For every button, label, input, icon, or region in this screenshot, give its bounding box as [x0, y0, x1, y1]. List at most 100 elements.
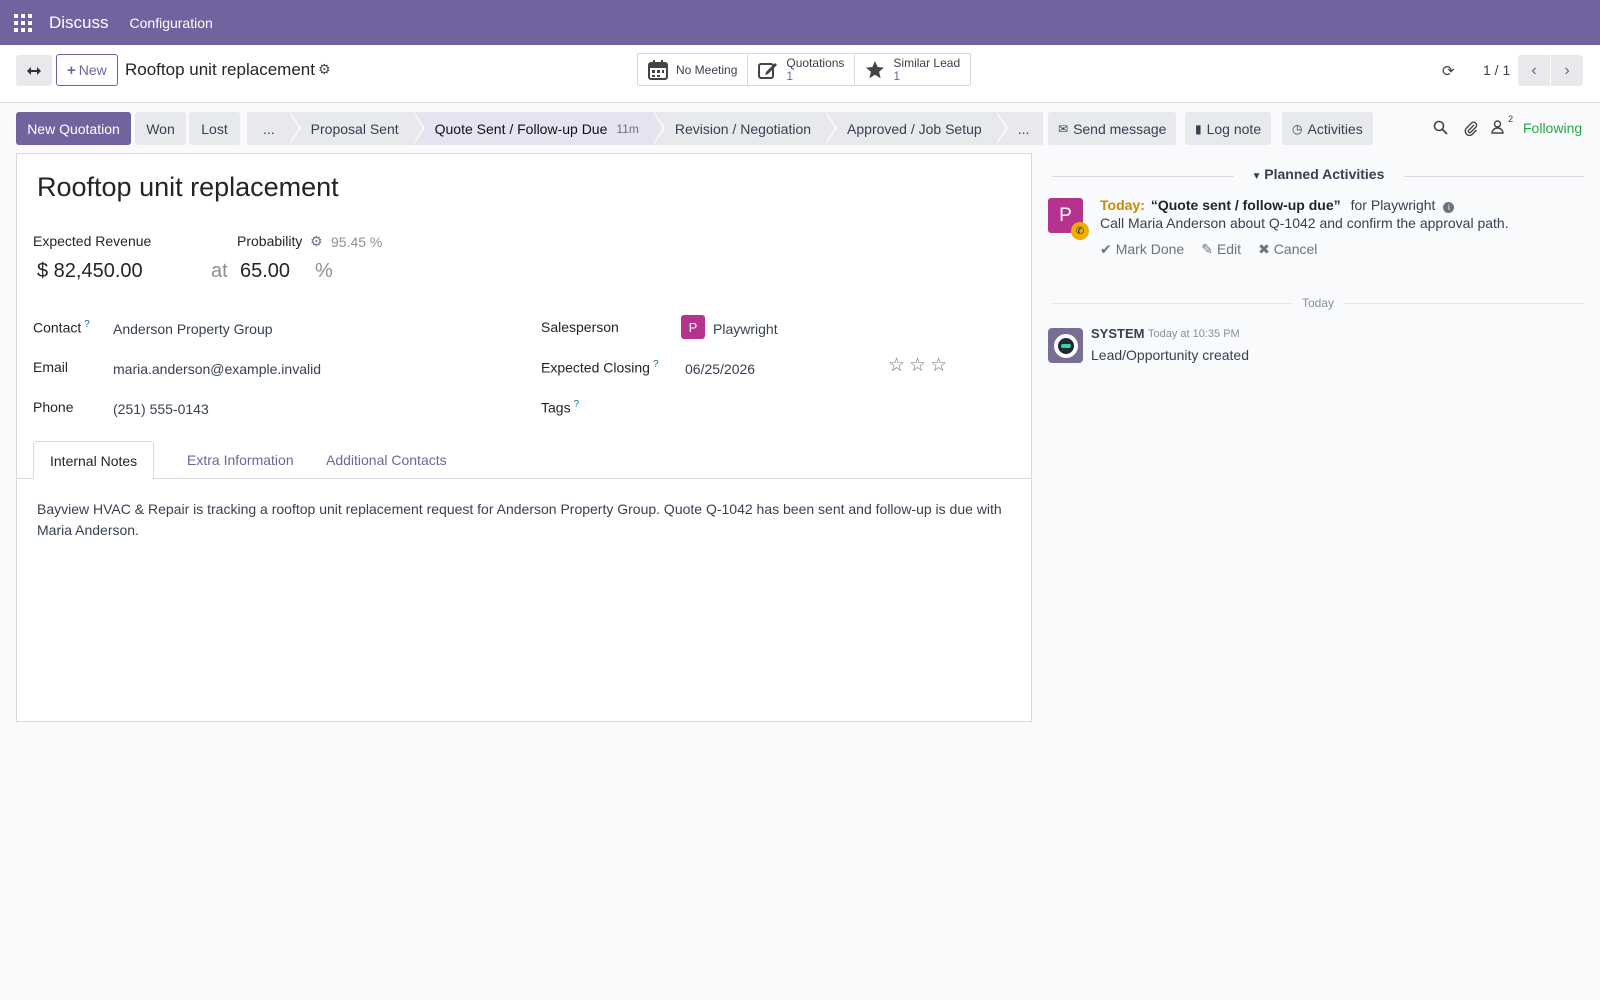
at-label: at — [211, 260, 228, 282]
expected-closing-field[interactable]: 06/25/2026 — [685, 361, 755, 377]
edit-icon — [758, 60, 778, 80]
clock-icon: ◷ — [1292, 121, 1303, 136]
stage-revision[interactable]: Revision / Negotiation — [652, 112, 838, 145]
contact-field[interactable]: Anderson Property Group — [113, 321, 273, 337]
form-sheet: Rooftop unit replacement Expected Revenu… — [16, 153, 1032, 722]
activity-note: Call Maria Anderson about Q-1042 and con… — [1100, 215, 1509, 231]
tags-label-text: Tags — [541, 399, 571, 416]
contact-label-text: Contact — [33, 319, 82, 336]
cancel-label: Cancel — [1273, 241, 1318, 257]
pager-next-button[interactable]: › — [1551, 55, 1583, 86]
mark-done-label: Mark Done — [1115, 241, 1185, 257]
refresh-icon[interactable]: ⟳ — [1442, 62, 1455, 80]
plus-icon: + — [67, 61, 76, 79]
top-navbar: Discuss Configuration — [0, 0, 1600, 45]
control-panel: + New Rooftop unit replacement ⚙ No Meet… — [0, 45, 1600, 103]
expected-revenue-field[interactable]: $ 82,450.00 — [37, 260, 143, 283]
email-field[interactable]: maria.anderson@example.invalid — [113, 361, 321, 377]
probability-field[interactable]: 65.00 — [240, 260, 290, 283]
followers-count: 2 — [1508, 114, 1514, 124]
similar-lead-smart-button[interactable]: Similar Lead 1 — [855, 54, 970, 85]
help-icon[interactable]: ? — [574, 399, 580, 410]
meeting-smart-button[interactable]: No Meeting — [638, 54, 749, 85]
salesperson-avatar: P — [681, 315, 705, 339]
expected-closing-label-text: Expected Closing — [541, 359, 650, 376]
salesperson-label: Salesperson — [541, 319, 619, 335]
expand-arrows-icon — [27, 66, 41, 75]
phone-icon: ✆ — [1071, 222, 1089, 240]
cancel-activity-button[interactable]: ✖ Cancel — [1258, 241, 1317, 258]
phone-field[interactable]: (251) 555-0143 — [113, 401, 209, 417]
internal-notes-text[interactable]: Bayview HVAC & Repair is tracking a roof… — [37, 499, 1012, 541]
log-note-label: Log note — [1206, 120, 1262, 137]
message-author: SYSTEM — [1091, 326, 1145, 341]
gear-icon[interactable]: ⚙ — [318, 61, 331, 78]
stage-duration: 11m — [616, 121, 639, 136]
pager-value[interactable]: 1 / 1 — [1483, 62, 1510, 78]
app-name[interactable]: Discuss — [49, 13, 109, 33]
expected-revenue-label: Expected Revenue — [33, 233, 152, 249]
activity-actions: ✔ Mark Done ✎ Edit ✖ Cancel — [1100, 241, 1317, 258]
star-outline-icon[interactable]: ☆ — [909, 354, 926, 377]
log-note-button[interactable]: ▮ Log note — [1185, 112, 1272, 145]
lost-button[interactable]: Lost — [189, 112, 240, 145]
info-icon[interactable]: i — [1443, 202, 1455, 213]
help-icon[interactable]: ? — [653, 359, 659, 370]
pencil-icon: ✎ — [1201, 241, 1213, 257]
quotations-label: Quotations — [786, 55, 845, 70]
notebook-tabs: Internal Notes Extra Information Additio… — [17, 441, 1031, 480]
star-icon — [865, 60, 885, 80]
email-label: Email — [33, 359, 69, 375]
pager-previous-button[interactable]: ‹ — [1518, 55, 1550, 86]
toggle-chatter-button[interactable] — [16, 55, 52, 86]
similar-lead-count: 1 — [893, 68, 901, 83]
stage-more-left[interactable]: ... — [247, 112, 301, 145]
edit-activity-button[interactable]: ✎ Edit — [1201, 241, 1241, 258]
divider — [1344, 303, 1584, 304]
automated-probability: 95.45 % — [331, 234, 383, 250]
opportunity-title[interactable]: Rooftop unit replacement — [37, 172, 339, 203]
paperclip-icon[interactable] — [1463, 120, 1478, 140]
breadcrumb-record-title: Rooftop unit replacement — [125, 60, 315, 79]
stage-label: ... — [263, 120, 275, 137]
percent-sign: % — [315, 260, 333, 282]
stage-label: ... — [1017, 120, 1030, 137]
expected-closing-label: Expected Closing? — [541, 359, 659, 376]
star-outline-icon[interactable]: ☆ — [930, 354, 947, 377]
gear-icon[interactable]: ⚙ — [310, 233, 323, 250]
mark-done-button[interactable]: ✔ Mark Done — [1100, 241, 1184, 258]
similar-lead-label: Similar Lead — [893, 55, 961, 70]
envelope-icon: ✉ — [1058, 121, 1069, 136]
stage-proposal-sent[interactable]: Proposal Sent — [288, 112, 425, 145]
send-message-button[interactable]: ✉ Send message — [1048, 112, 1177, 145]
quotations-smart-button[interactable]: Quotations 1 — [748, 54, 856, 85]
tab-internal-notes[interactable]: Internal Notes — [33, 441, 155, 480]
help-icon[interactable]: ? — [84, 319, 90, 330]
stage-quote-sent[interactable]: Quote Sent / Follow-up Due 11m — [412, 112, 666, 145]
caret-down-icon: ▼ — [1251, 171, 1265, 182]
following-button[interactable]: Following — [1523, 120, 1582, 136]
stage-approved[interactable]: Approved / Job Setup — [825, 112, 1008, 145]
note-icon: ▮ — [1195, 121, 1202, 136]
followers-button[interactable]: 2 — [1491, 114, 1513, 138]
apps-menu-icon[interactable] — [0, 0, 45, 45]
activities-label: Activities — [1307, 120, 1363, 137]
meeting-label: No Meeting — [676, 62, 738, 77]
star-outline-icon[interactable]: ☆ — [888, 354, 905, 377]
planned-activities-header[interactable]: ▼ Planned Activities — [1052, 166, 1584, 182]
phone-label: Phone — [33, 399, 74, 415]
quotations-count: 1 — [786, 68, 794, 83]
tab-additional-contacts[interactable]: Additional Contacts — [326, 441, 447, 479]
activity-header: Today: “Quote sent / follow-up due” for Pl… — [1100, 197, 1455, 213]
activities-button[interactable]: ◷ Activities — [1282, 112, 1373, 145]
won-button[interactable]: Won — [135, 112, 186, 145]
activity-due: Today: — [1100, 197, 1145, 213]
menu-configuration[interactable]: Configuration — [130, 15, 213, 31]
activity-assignee: for Playwright — [1350, 197, 1436, 213]
new-button[interactable]: + New — [56, 54, 118, 86]
system-avatar — [1048, 328, 1083, 363]
new-quotation-button[interactable]: New Quotation — [16, 112, 131, 145]
tab-extra-information[interactable]: Extra Information — [187, 441, 294, 479]
salesperson-field[interactable]: Playwright — [713, 321, 778, 337]
search-icon[interactable] — [1433, 120, 1448, 139]
